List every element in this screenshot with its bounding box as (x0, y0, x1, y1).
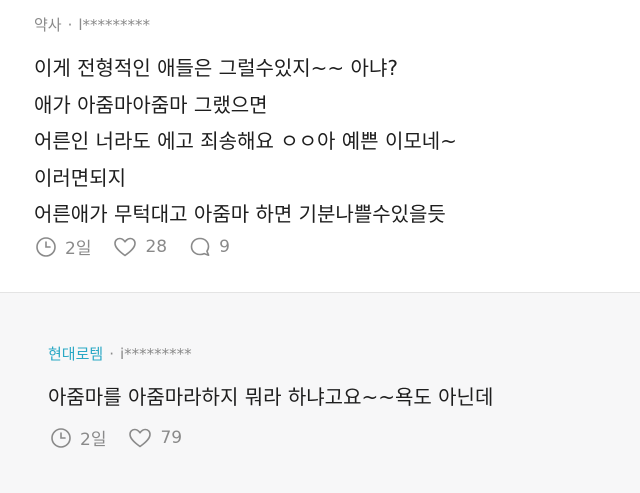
comment: 약사 · l********* 이게 전형적인 애들은 그럴수있지~~ 아냐? 애가… (0, 0, 640, 292)
time-label: 2일 (80, 430, 107, 450)
like-button[interactable]: 28 (113, 236, 167, 258)
clock-icon (51, 427, 71, 448)
comment-meta: 약사 · l********* (34, 14, 150, 35)
comment-body: 이게 전형적인 애들은 그럴수있지~~ 아냐? 애가 아줌마아줌마 그랬으면 어… (34, 50, 457, 233)
heart-icon (129, 428, 152, 447)
reply-comment: 현대로템 · i********* 아줌마를 아줌마라하지 뭐라 하냐고요~~욕도 … (0, 293, 640, 493)
like-count: 79 (160, 427, 183, 448)
comment-line: 어른인 너라도 에고 죄송해요 ㅇㅇ아 예쁜 이모네~ (34, 129, 457, 153)
comment-author[interactable]: 약사 (34, 16, 62, 34)
reply-actions: 2일 79 (50, 425, 204, 450)
comment-time: 2일 (35, 234, 91, 259)
clock-icon (36, 236, 56, 257)
comment-actions: 2일 28 9 (35, 234, 252, 259)
like-button[interactable]: 79 (128, 427, 182, 449)
speech-bubble-icon (190, 237, 210, 256)
reply-body: 아줌마를 아줌마라하지 뭐라 하냐고요~~욕도 아닌데 (48, 385, 494, 409)
reply-count: 9 (219, 236, 230, 257)
reply-button[interactable]: 9 (189, 236, 230, 258)
reply-handle: i********* (119, 345, 192, 363)
comment-handle: l********* (78, 16, 151, 34)
comment-line: 이게 전형적인 애들은 그럴수있지~~ 아냐? (34, 56, 398, 80)
meta-separator: · (109, 345, 114, 363)
reply-time: 2일 (50, 425, 106, 450)
meta-separator: · (67, 16, 73, 34)
reply-author[interactable]: 현대로템 (48, 345, 103, 363)
comment-line: 어른애가 무턱대고 아줌마 하면 기분나쁠수있을듯 (34, 202, 446, 226)
heart-icon (114, 237, 137, 256)
comment-line: 이러면되지 (34, 165, 126, 190)
time-label: 2일 (65, 239, 92, 259)
comment-line: 애가 아줌마아줌마 그랬으면 (34, 92, 268, 117)
like-count: 28 (145, 236, 168, 257)
reply-meta: 현대로템 · i********* (48, 343, 192, 364)
comment-thread: 약사 · l********* 이게 전형적인 애들은 그럴수있지~~ 아냐? 애가… (0, 0, 640, 493)
